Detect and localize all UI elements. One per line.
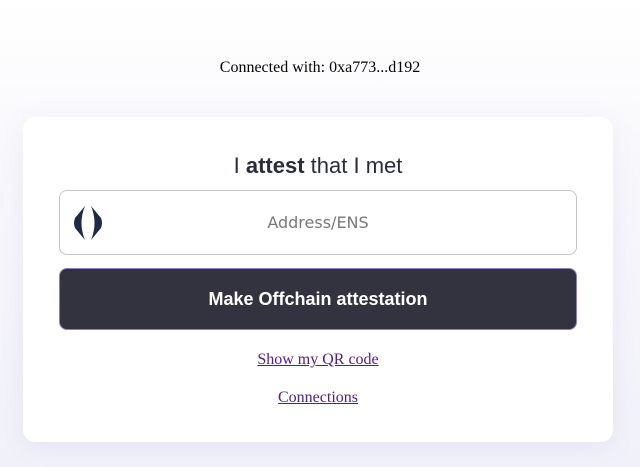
ens-logo-icon (74, 206, 102, 240)
make-offchain-attestation-button[interactable]: Make Offchain attestation (59, 268, 577, 330)
connected-wallet-text: Connected with: 0xa773...d192 (219, 59, 421, 76)
attest-card: I attest that I met Make Offchain attest… (23, 117, 613, 442)
heading-bold-word: attest (245, 153, 305, 178)
attest-heading: I attest that I met (23, 153, 613, 179)
address-field[interactable] (59, 190, 577, 255)
show-qr-code-link[interactable]: Show my QR code (23, 350, 613, 370)
connections-link[interactable]: Connections (23, 388, 613, 408)
heading-prefix: I (233, 153, 246, 178)
heading-suffix: that I met (304, 153, 403, 178)
address-input[interactable] (60, 191, 576, 254)
